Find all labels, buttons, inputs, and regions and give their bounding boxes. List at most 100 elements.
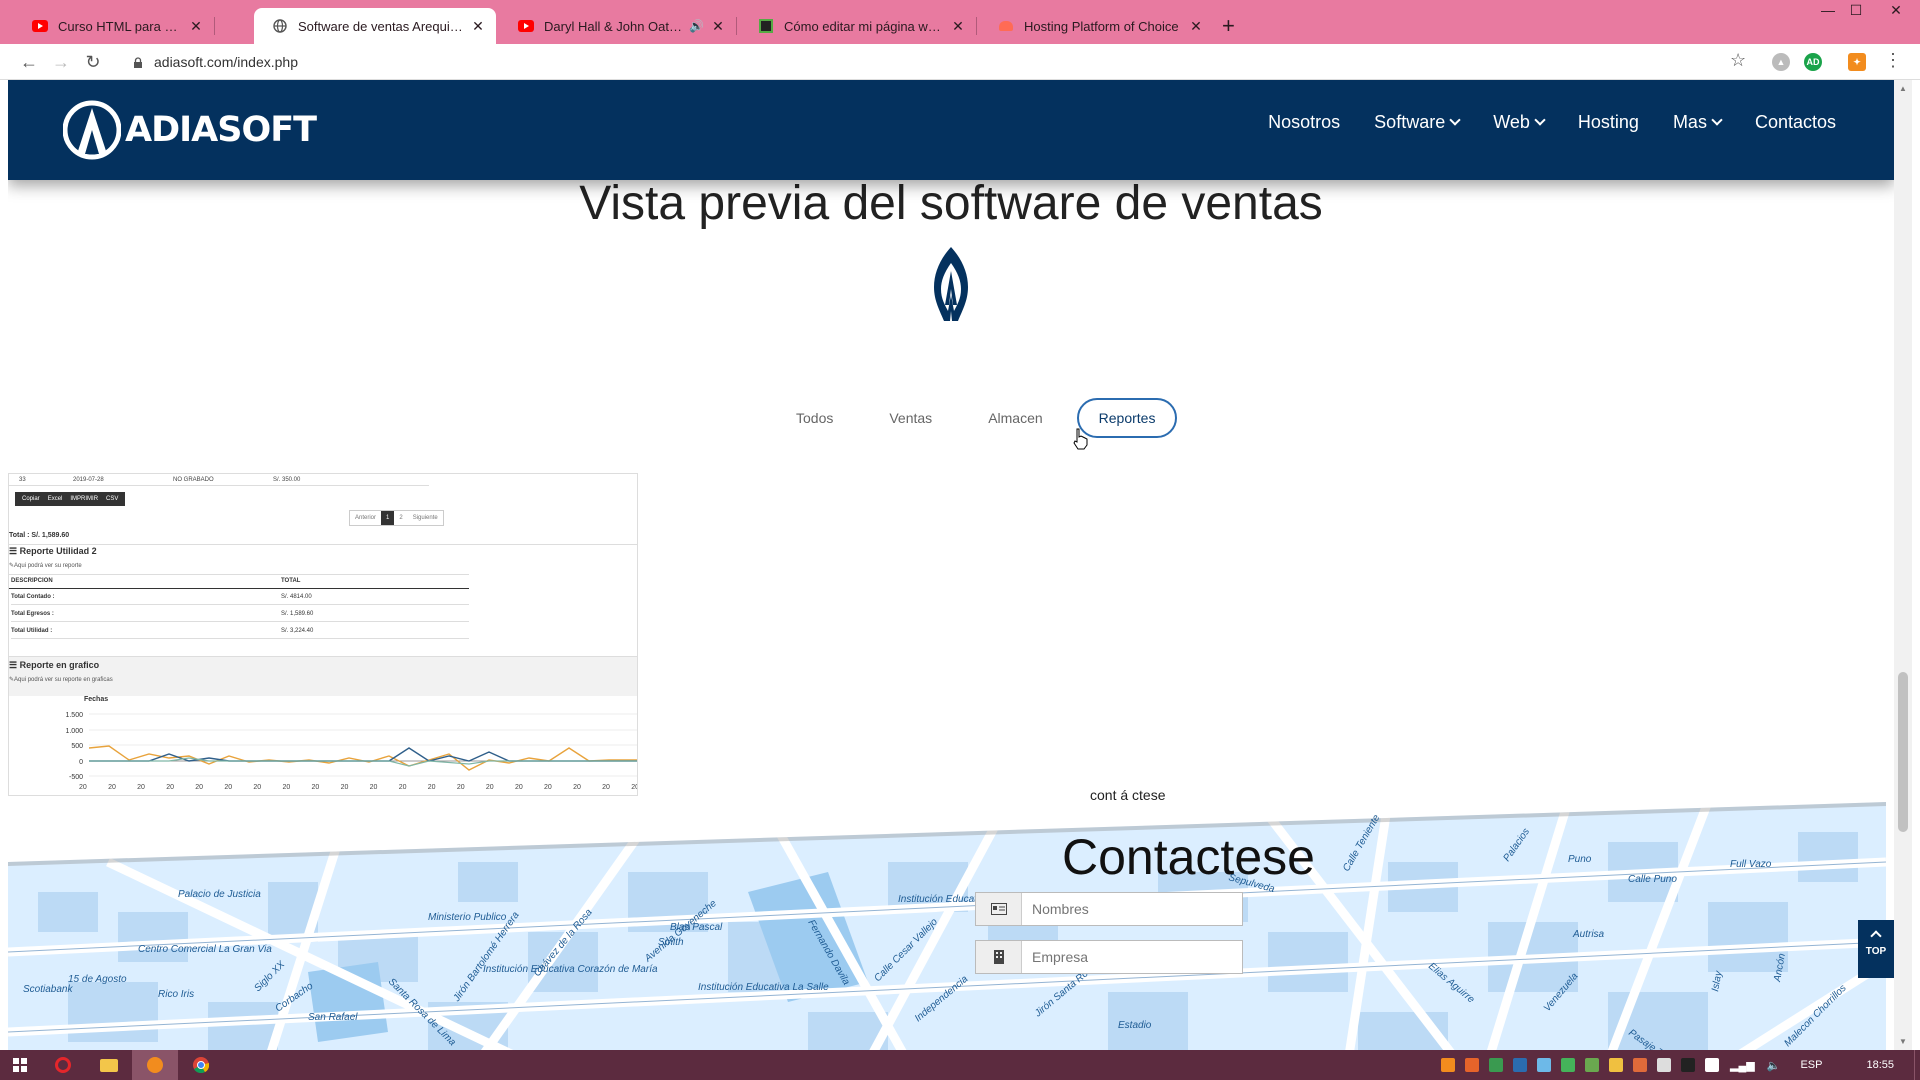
tray-app-icon[interactable] [1441,1058,1456,1072]
page-scrollbar[interactable]: ▲ ▼ [1894,80,1912,1050]
speaker-icon[interactable]: 🔊 [689,19,704,33]
table-row: Total Utilidad : S/. 3,224.40 [11,628,469,639]
reload-icon[interactable]: ↻ [80,50,106,74]
tray-app-icon[interactable] [1609,1058,1624,1072]
filter-todos[interactable]: Todos [774,399,855,437]
tab-como-editar[interactable]: Cómo editar mi página web con ✕ [740,8,977,44]
tab-curso-html[interactable]: Curso HTML para Principiantes - ✕ [14,8,215,44]
map-label: Smith [658,937,684,948]
building-icon [976,941,1022,973]
contact-map-section: Palacio de Justicia Centro Comercial La … [8,802,1886,1050]
export-imprimir: IMPRIMIR [70,496,99,502]
clock[interactable]: 18:55 [1866,1059,1894,1071]
report-cell: NO GRABADO [173,477,214,483]
start-button[interactable] [0,1050,40,1080]
export-copiar: Copiar [22,496,40,502]
file-explorer-icon[interactable] [86,1050,132,1080]
extension-puzzle-icon[interactable]: ✦ [1848,53,1866,71]
opera-icon[interactable] [40,1050,86,1080]
close-tab-icon[interactable]: ✕ [710,18,726,34]
page-icon [758,18,774,34]
tab-hosting[interactable]: Hosting Platform of Choice ✕ [980,8,1214,44]
extension-icon[interactable]: ▲ [1772,53,1790,71]
nav-web[interactable]: Web [1493,112,1546,133]
lock-icon [132,56,144,68]
flag-icon[interactable] [1705,1058,1720,1072]
show-desktop-button[interactable] [1914,1050,1920,1080]
id-card-icon [976,893,1022,925]
nav-contactos[interactable]: Contactos [1755,112,1836,133]
tray-app-icon[interactable] [1657,1058,1672,1072]
address-bar[interactable]: adiasoft.com/index.php [122,48,1762,76]
tray-app-icon[interactable] [1561,1058,1576,1072]
tray-app-icon[interactable] [1633,1058,1648,1072]
volume-icon[interactable]: 🔈 [1767,1059,1781,1072]
globe-icon [272,18,288,34]
tray-app-icon[interactable] [1513,1058,1528,1072]
tab-software-ventas[interactable]: Software de ventas Arequipa, ERP ✕ [254,8,496,44]
close-tab-icon[interactable]: ✕ [950,18,966,34]
network-icon[interactable]: ▂▄▆ [1730,1059,1755,1072]
table-header: TOTAL [281,578,301,584]
map-background: Palacio de Justicia Centro Comercial La … [8,802,1886,1050]
tray-app-icon[interactable] [1681,1058,1696,1072]
adiasoft-logo-icon [63,100,121,160]
url-text: adiasoft.com/index.php [154,54,298,70]
system-tray: ▂▄▆ 🔈 ESP 18:55 [1436,1050,1920,1080]
close-window-icon[interactable]: ✕ [1876,2,1916,19]
report-grafico-sub: Aqui podrá ver su reporte en graficas [14,677,113,683]
tray-app-icon[interactable] [1489,1058,1504,1072]
nav-software[interactable]: Software [1374,112,1461,133]
profile-extension-icon[interactable]: AD [1804,53,1822,71]
tray-app-icon[interactable] [1537,1058,1552,1072]
tab-daryl-hall[interactable]: Daryl Hall & John Oates - M 🔊 ✕ [500,8,737,44]
chrome-icon[interactable] [178,1050,224,1080]
taskbar-app-icon[interactable] [132,1050,178,1080]
tab-title: Daryl Hall & John Oates - M [544,18,685,34]
forward-icon[interactable]: → [48,50,74,74]
site-logo[interactable]: ADIASOFT [63,100,317,160]
tab-title: Curso HTML para Principiantes - [58,18,182,34]
nav-hosting[interactable]: Hosting [1578,112,1639,133]
menu-icon[interactable]: ⋮ [1884,50,1902,71]
new-tab-button[interactable]: + [1222,13,1235,39]
close-tab-icon[interactable]: ✕ [1188,18,1204,34]
nav-nosotros[interactable]: Nosotros [1268,112,1340,133]
map-label: Institución Educativa La Salle [698,982,829,993]
close-tab-icon[interactable]: ✕ [470,18,486,34]
table-header: DESCRIPCION [11,578,53,584]
report-cell: S/. 350.00 [273,477,301,483]
page-viewport: ADIASOFT Nosotros Software Web Hosting M… [0,80,1920,1050]
report-grafico-title: Reporte en grafico [19,660,100,670]
chevron-down-icon [1711,114,1723,126]
maximize-icon[interactable]: ☐ [1836,2,1876,19]
filter-reportes[interactable]: Reportes [1076,398,1178,438]
empresa-input[interactable] [1022,949,1222,965]
map-label: Autrisa [1572,929,1605,940]
nombres-field[interactable] [975,892,1243,926]
tab-title: Hosting Platform of Choice [1024,18,1179,34]
star-icon[interactable]: ☆ [1730,50,1746,71]
nombres-input[interactable] [1022,901,1222,917]
close-tab-icon[interactable]: ✕ [188,18,204,34]
scrollbar-thumb[interactable] [1898,672,1908,832]
empresa-field[interactable] [975,940,1243,974]
tray-app-icon[interactable] [1585,1058,1600,1072]
main-nav: Nosotros Software Web Hosting Mas Contac… [1234,112,1836,133]
map-label: Puno [1568,854,1592,865]
map-label: Centro Comercial La Gran Via [138,944,272,955]
chevron-down-icon [1534,114,1546,126]
back-icon[interactable]: ← [16,50,42,74]
filter-ventas[interactable]: Ventas [867,399,954,437]
tab-title: Software de ventas Arequipa, ERP [298,18,464,34]
nav-mas[interactable]: Mas [1673,112,1723,133]
filter-almacen[interactable]: Almacen [966,399,1064,437]
back-to-top-button[interactable]: TOP [1858,920,1894,978]
site-header: ADIASOFT Nosotros Software Web Hosting M… [8,80,1894,180]
map-label: Palacio de Justicia [178,889,261,900]
tray-app-icon[interactable] [1465,1058,1480,1072]
chart-y-axis: 1.500 1.000 500 0 -500 [65,712,83,781]
report-preview-image[interactable]: 33 2019-07-28 NO GRABADO S/. 350.00 Copi… [8,473,638,796]
pagination-page: 2 [399,515,403,521]
input-language[interactable]: ESP [1800,1059,1822,1071]
